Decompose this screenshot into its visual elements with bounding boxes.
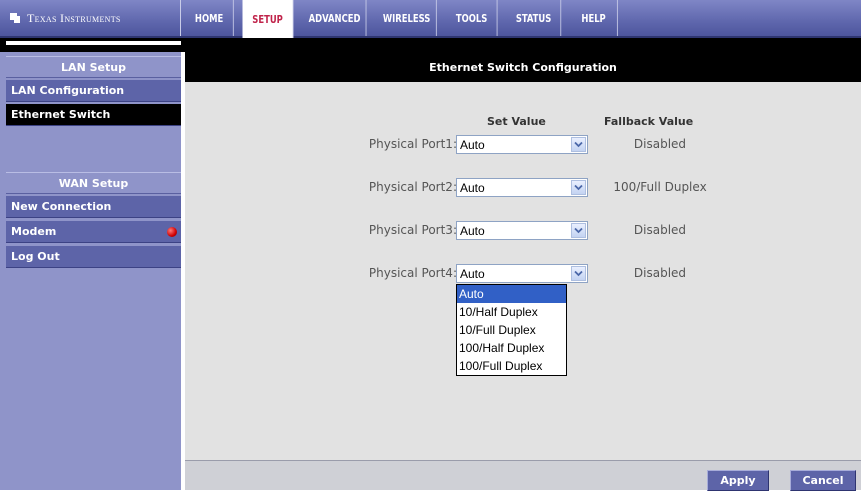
sidebar-item-ethernet-switch[interactable]: Ethernet Switch [6,104,181,126]
button-bar: Apply Cancel [185,460,861,491]
sidebar-item-log-out[interactable]: Log Out [6,246,181,268]
port3-select-value: Auto [460,223,485,238]
ti-logo-icon [10,13,20,23]
tab-advanced[interactable]: ADVANCED [304,0,367,36]
tab-status[interactable]: STATUS [507,0,562,36]
port4-fallback: Disabled [633,266,687,280]
top-navigation-bar: Texas Instruments HOME SETUP ADVANCED WI… [0,0,861,38]
dropdown-option-10-half-duplex[interactable]: 10/Half Duplex [457,303,566,321]
set-value-header: Set Value [487,115,546,128]
dropdown-option-100-half-duplex[interactable]: 100/Half Duplex [457,339,566,357]
port1-select-value: Auto [460,137,485,152]
tab-tools[interactable]: TOOLS [447,0,498,36]
tab-setup[interactable]: SETUP [242,0,294,38]
port3-select[interactable]: Auto [456,221,588,240]
port2-select[interactable]: Auto [456,178,588,197]
port3-fallback: Disabled [633,223,687,237]
chevron-down-icon[interactable] [571,137,586,152]
page-title: Ethernet Switch Configuration [185,52,861,82]
tab-help[interactable]: HELP [570,0,618,36]
port1-select[interactable]: Auto [456,135,588,154]
dropdown-option-100-full-duplex[interactable]: 100/Full Duplex [457,357,566,375]
chevron-down-icon[interactable] [571,180,586,195]
brand-logo[interactable]: Texas Instruments [0,0,181,36]
cancel-button[interactable]: Cancel [790,470,856,491]
port2-select-value: Auto [460,180,485,195]
port4-select[interactable]: Auto [456,264,588,283]
sidebar-item-lan-configuration[interactable]: LAN Configuration [6,80,181,102]
fallback-value-header: Fallback Value [604,115,694,128]
sidebar-item-new-connection[interactable]: New Connection [6,196,181,218]
sidebar-spacer [6,126,181,170]
port2-label: Physical Port2: [368,180,457,194]
port4-label: Physical Port4: [368,266,457,280]
sidebar-header-wan-setup: WAN Setup [6,172,181,194]
port1-label: Physical Port1: [368,137,457,151]
dropdown-option-10-full-duplex[interactable]: 10/Full Duplex [457,321,566,339]
port4-dropdown-list: Auto 10/Half Duplex 10/Full Duplex 100/H… [456,284,567,376]
dropdown-option-auto[interactable]: Auto [457,285,566,303]
sidebar-item-label: Modem [11,225,57,238]
config-panel: Set Value Fallback Value Physical Port1:… [185,82,861,460]
port1-fallback: Disabled [633,137,687,151]
tab-home[interactable]: HOME [185,0,234,36]
port4-select-value: Auto [460,266,485,281]
sidebar-item-modem[interactable]: Modem [6,221,181,243]
nav-divider-highlight [6,41,181,45]
port2-fallback: 100/Full Duplex [613,180,707,194]
chevron-down-icon[interactable] [571,223,586,238]
brand-name: Texas Instruments [27,10,121,25]
chevron-down-icon[interactable] [571,266,586,281]
apply-button[interactable]: Apply [707,470,769,491]
port3-label: Physical Port3: [368,223,457,237]
tab-wireless[interactable]: WIRELESS [377,0,437,36]
red-status-dot-icon [167,227,177,237]
sidebar-header-lan-setup: LAN Setup [6,56,181,78]
